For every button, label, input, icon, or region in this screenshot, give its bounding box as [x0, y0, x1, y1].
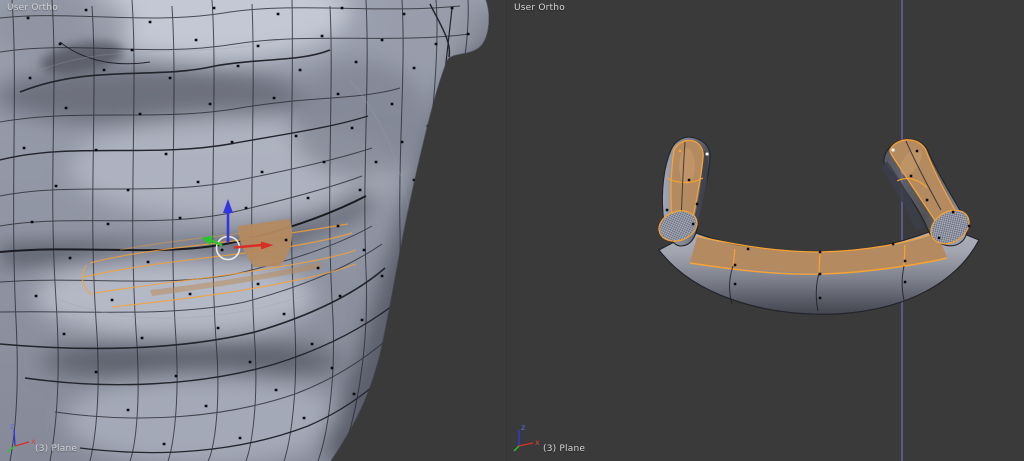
mini-x-label: x — [31, 437, 36, 446]
mini-x-label: x — [535, 438, 540, 447]
mini-z-label: z — [10, 422, 14, 431]
blender-3d-view: z x User Ortho (3) Plane — [0, 0, 1024, 461]
face-mesh-canvas[interactable]: z x — [0, 0, 506, 461]
arm-highlight — [679, 148, 695, 184]
mini-z-axis — [14, 430, 15, 446]
mini-z-label: z — [521, 423, 525, 432]
viewport-left[interactable]: z x User Ortho (3) Plane — [0, 0, 507, 461]
lip-tube-canvas[interactable]: z x — [507, 0, 1024, 461]
viewport-right[interactable]: z x User Ortho (3) Plane — [507, 0, 1024, 461]
